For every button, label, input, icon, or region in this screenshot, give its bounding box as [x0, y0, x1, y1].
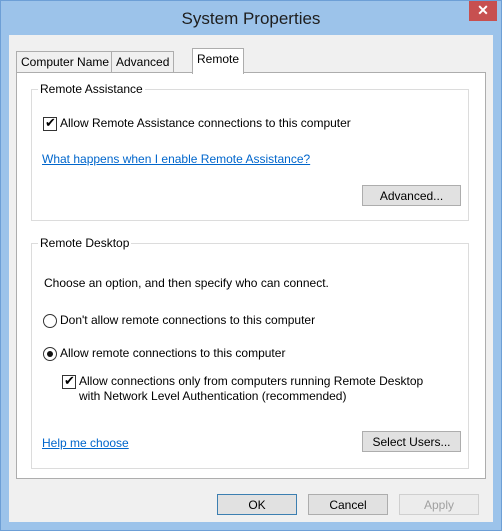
remote-assistance-title: Remote Assistance	[38, 82, 145, 96]
check-icon: ✔	[64, 373, 75, 388]
check-icon: ✔	[45, 115, 56, 130]
close-button[interactable]: ✕	[469, 1, 497, 21]
cancel-button[interactable]: Cancel	[308, 494, 388, 515]
nla-checkbox[interactable]: ✔	[62, 373, 76, 389]
tab-computer-name[interactable]: Computer Name	[16, 51, 115, 72]
select-users-button[interactable]: Select Users...	[362, 431, 461, 452]
remote-tab-panel: Remote Assistance ✔ Allow Remote Assista…	[16, 72, 486, 479]
allow-radio[interactable]	[43, 347, 57, 361]
remote-desktop-instruction: Choose an option, and then specify who c…	[44, 276, 329, 290]
nla-label-line2[interactable]: with Network Level Authentication (recom…	[79, 389, 346, 403]
nla-label-line1[interactable]: Allow connections only from computers ru…	[79, 374, 423, 388]
help-me-choose-link[interactable]: Help me choose	[42, 436, 129, 450]
remote-desktop-title: Remote Desktop	[38, 236, 132, 250]
radio-selected-dot	[47, 351, 53, 357]
apply-button[interactable]: Apply	[399, 494, 479, 515]
advanced-button[interactable]: Advanced...	[362, 185, 461, 206]
system-properties-window: System Properties ✕ Computer Name Advanc…	[0, 0, 502, 531]
title-bar[interactable]: System Properties ✕	[1, 1, 501, 35]
remote-assistance-checkbox[interactable]: ✔	[43, 115, 57, 131]
tab-advanced[interactable]: Advanced	[111, 51, 175, 72]
window-title: System Properties	[181, 9, 321, 28]
dont-allow-radio[interactable]	[43, 314, 57, 328]
dont-allow-label[interactable]: Don't allow remote connections to this c…	[60, 313, 315, 327]
remote-assistance-checkbox-label[interactable]: Allow Remote Assistance connections to t…	[60, 116, 351, 130]
allow-label[interactable]: Allow remote connections to this compute…	[60, 346, 285, 360]
close-icon: ✕	[477, 2, 489, 18]
dialog-client: Computer Name Advanced Remote Remote Ass…	[9, 35, 493, 522]
tab-remote[interactable]: Remote	[192, 48, 245, 74]
remote-assistance-help-link[interactable]: What happens when I enable Remote Assist…	[42, 152, 310, 166]
ok-button[interactable]: OK	[217, 494, 297, 515]
